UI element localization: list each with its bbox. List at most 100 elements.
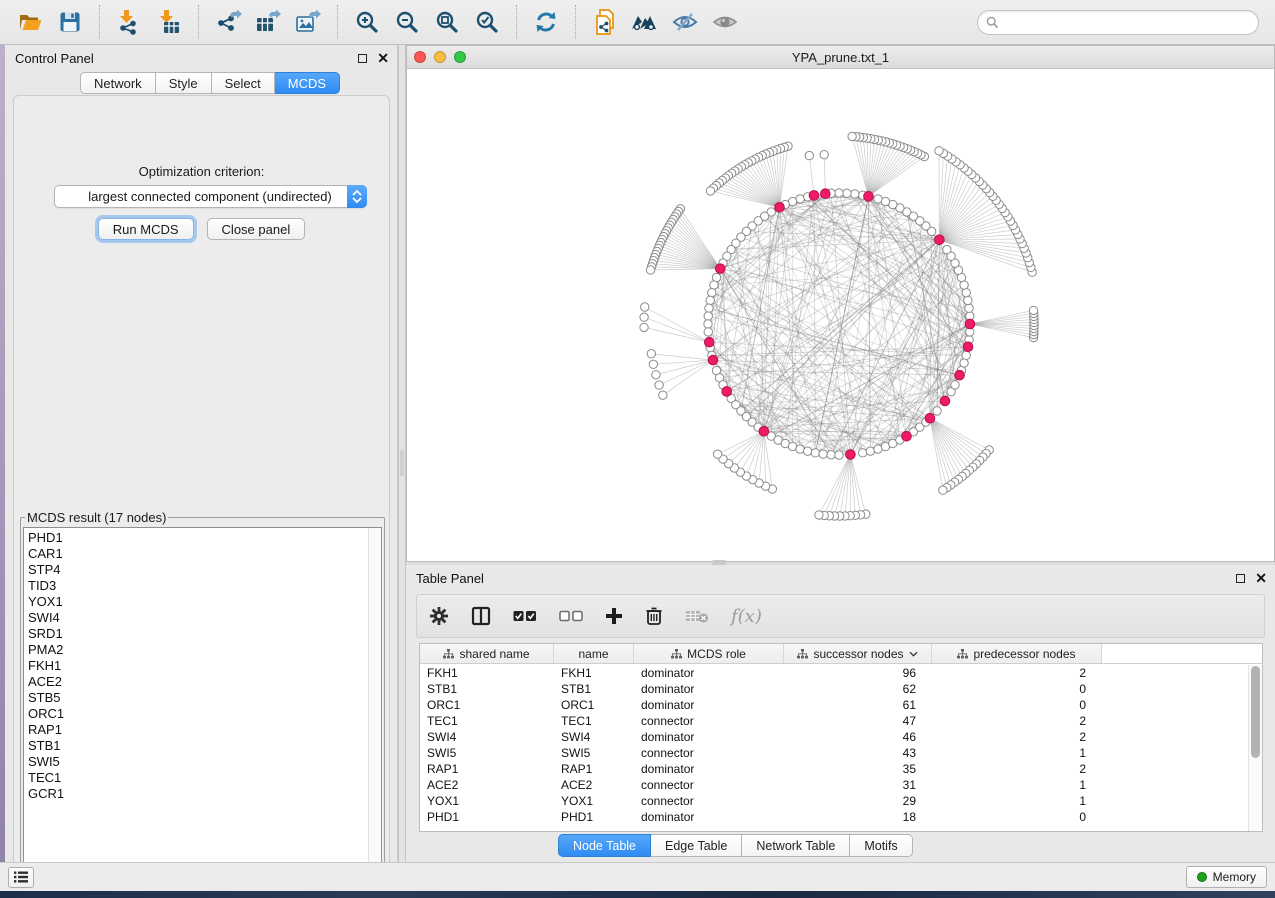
network-node[interactable] — [646, 266, 654, 274]
zoom-selected-icon[interactable] — [470, 5, 504, 39]
network-node[interactable] — [851, 190, 859, 198]
criterion-dropdown[interactable]: largest connected component (undirected) — [54, 185, 367, 208]
network-node[interactable] — [964, 296, 972, 304]
task-history-button[interactable] — [8, 867, 34, 888]
mcds-result-item[interactable]: FKH1 — [24, 658, 367, 674]
table-scrollbar[interactable] — [1248, 665, 1262, 831]
delete-column-icon[interactable] — [645, 606, 663, 626]
mcds-result-item[interactable]: GCR1 — [24, 786, 367, 802]
table-row[interactable]: ACE2ACE2connector311 — [420, 777, 1248, 793]
table-row[interactable]: SWI4SWI4dominator462 — [420, 729, 1248, 745]
close-table-panel-icon[interactable]: ✕ — [1255, 574, 1267, 583]
network-node[interactable] — [951, 381, 959, 389]
network-node[interactable] — [647, 350, 655, 358]
network-node[interactable] — [866, 447, 874, 455]
table-row[interactable]: RAP1RAP1dominator352 — [420, 761, 1248, 777]
network-hub-node[interactable] — [925, 413, 935, 423]
network-node[interactable] — [1029, 306, 1037, 314]
vertical-splitter[interactable] — [398, 45, 406, 862]
memory-button[interactable]: Memory — [1186, 866, 1267, 888]
mcds-result-item[interactable]: PHD1 — [24, 530, 367, 546]
float-table-panel-icon[interactable] — [1236, 574, 1245, 583]
network-node[interactable] — [640, 313, 648, 321]
network-node[interactable] — [704, 312, 712, 320]
network-node[interactable] — [848, 132, 856, 140]
column-header-shared-name[interactable]: shared name — [420, 644, 554, 663]
network-node[interactable] — [640, 323, 648, 331]
network-node[interactable] — [874, 195, 882, 203]
network-hub-node[interactable] — [708, 355, 718, 365]
network-hub-node[interactable] — [759, 427, 769, 437]
tab-network[interactable]: Network — [80, 72, 156, 94]
run-mcds-button[interactable]: Run MCDS — [98, 218, 194, 240]
tab-node-table[interactable]: Node Table — [558, 834, 651, 857]
mcds-result-item[interactable]: SWI5 — [24, 754, 367, 770]
mcds-list-scrollbar[interactable] — [368, 528, 381, 878]
table-row[interactable]: PHD1PHD1dominator180 — [420, 809, 1248, 825]
network-hub-node[interactable] — [809, 191, 819, 201]
network-node[interactable] — [713, 450, 721, 458]
network-hub-node[interactable] — [965, 319, 975, 329]
network-hub-node[interactable] — [963, 342, 973, 352]
network-node[interactable] — [641, 303, 649, 311]
mcds-result-item[interactable]: PMA2 — [24, 642, 367, 658]
mcds-result-item[interactable]: YOX1 — [24, 594, 367, 610]
refresh-styles-icon[interactable] — [529, 5, 563, 39]
network-node[interactable] — [843, 189, 851, 197]
table-scrollbar-thumb[interactable] — [1251, 666, 1260, 758]
network-node[interactable] — [796, 445, 804, 453]
network-hub-node[interactable] — [864, 192, 874, 202]
network-node[interactable] — [820, 150, 828, 158]
table-row[interactable]: FKH1FKH1dominator962 — [420, 665, 1248, 681]
column-header-predecessor-nodes[interactable]: predecessor nodes — [932, 644, 1102, 663]
column-header-mcds-role[interactable]: MCDS role — [634, 644, 784, 663]
network-hub-node[interactable] — [715, 264, 725, 274]
zoom-fit-icon[interactable] — [430, 5, 464, 39]
column-header-successor-nodes[interactable]: successor nodes — [784, 644, 932, 663]
tab-style[interactable]: Style — [156, 72, 212, 94]
deselect-all-checkbox-icon[interactable] — [559, 610, 583, 622]
network-node[interactable] — [943, 245, 951, 253]
network-node[interactable] — [705, 304, 713, 312]
clone-network-icon[interactable] — [588, 5, 622, 39]
network-hub-node[interactable] — [902, 431, 912, 441]
table-row[interactable]: YOX1YOX1connector291 — [420, 793, 1248, 809]
mcds-result-item[interactable]: SWI4 — [24, 610, 367, 626]
network-hub-node[interactable] — [704, 337, 714, 347]
column-view-icon[interactable] — [471, 606, 491, 626]
network-node[interactable] — [960, 359, 968, 367]
network-node[interactable] — [803, 447, 811, 455]
network-node[interactable] — [706, 187, 714, 195]
network-hub-node[interactable] — [940, 396, 950, 406]
mcds-result-item[interactable]: STB1 — [24, 738, 367, 754]
network-hub-node[interactable] — [846, 450, 856, 460]
tab-edge-table[interactable]: Edge Table — [651, 834, 742, 857]
column-header-name[interactable]: name — [554, 644, 634, 663]
network-node[interactable] — [962, 351, 970, 359]
network-search-field[interactable] — [977, 10, 1259, 35]
network-hub-node[interactable] — [955, 370, 965, 380]
mcds-result-item[interactable]: ORC1 — [24, 706, 367, 722]
network-node[interactable] — [708, 288, 716, 296]
network-node[interactable] — [649, 360, 657, 368]
network-node[interactable] — [827, 451, 835, 459]
select-all-checkbox-icon[interactable] — [513, 610, 537, 622]
mcds-result-item[interactable]: RAP1 — [24, 722, 367, 738]
mcds-result-item[interactable]: STP4 — [24, 562, 367, 578]
table-row[interactable]: TEC1TEC1connector472 — [420, 713, 1248, 729]
tab-network-table[interactable]: Network Table — [742, 834, 850, 857]
network-node[interactable] — [706, 296, 714, 304]
network-hub-node[interactable] — [821, 189, 831, 199]
tab-select[interactable]: Select — [212, 72, 275, 94]
network-node[interactable] — [704, 320, 712, 328]
tab-mcds[interactable]: MCDS — [275, 72, 340, 94]
zoom-in-icon[interactable] — [350, 5, 384, 39]
network-node[interactable] — [933, 407, 941, 415]
network-node[interactable] — [935, 147, 943, 155]
network-node[interactable] — [858, 449, 866, 457]
mcds-result-item[interactable]: STB5 — [24, 690, 367, 706]
network-node[interactable] — [835, 189, 843, 197]
table-row[interactable]: ORC1ORC1dominator610 — [420, 697, 1248, 713]
save-session-icon[interactable] — [53, 5, 87, 39]
import-table-icon[interactable] — [152, 5, 186, 39]
